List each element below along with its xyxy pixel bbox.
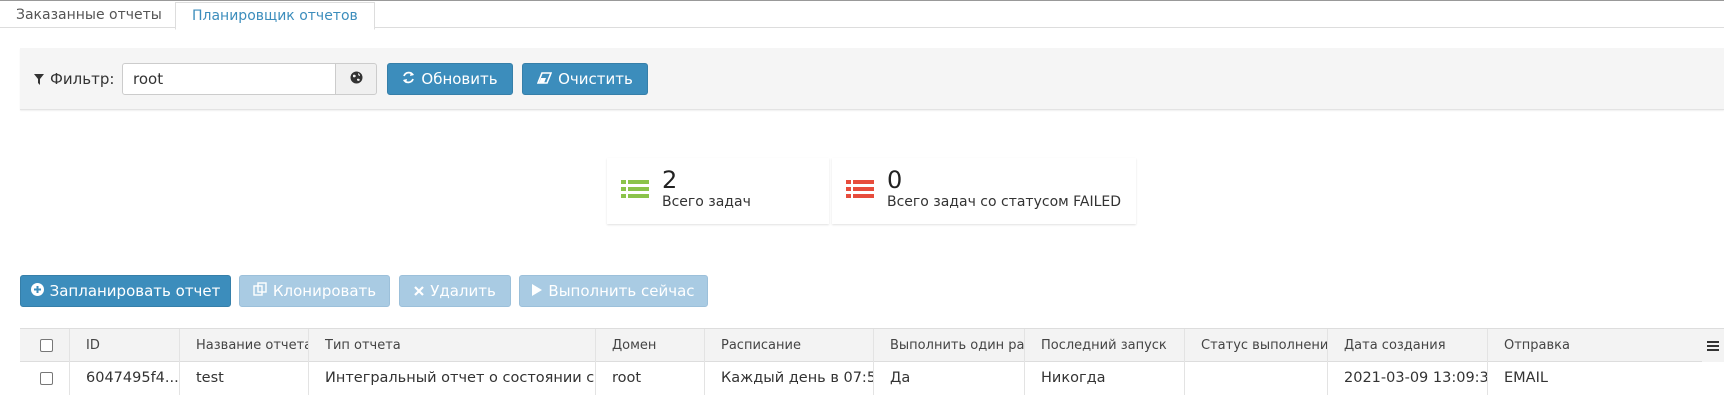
delete-label: Удалить: [430, 282, 496, 300]
column-header-domain[interactable]: Домен: [596, 329, 705, 362]
column-header-report-type[interactable]: Тип отчета: [309, 329, 596, 362]
close-icon: [414, 282, 424, 300]
run-now-label: Выполнить сейчас: [548, 282, 695, 300]
delete-button[interactable]: Удалить: [399, 275, 511, 307]
last-run-cell: Никогда: [1025, 362, 1185, 395]
refresh-button[interactable]: Обновить: [387, 63, 513, 95]
select-all-checkbox[interactable]: [40, 339, 53, 352]
tab-ordered-reports[interactable]: Заказанные отчеты: [0, 2, 178, 29]
clone-label: Клонировать: [272, 282, 377, 300]
row-checkbox[interactable]: [40, 372, 53, 385]
clear-label: Очистить: [558, 70, 633, 88]
list-icon: [621, 180, 649, 202]
stat-total-value: 2: [662, 166, 678, 194]
column-header-sending[interactable]: Отправка: [1488, 329, 1724, 362]
stat-total-label: Всего задач: [662, 194, 751, 210]
tab-report-scheduler[interactable]: Планировщик отчетов: [175, 2, 375, 30]
filter-label: Фильтр:: [50, 70, 115, 88]
domain-cell: root: [596, 362, 705, 395]
run-now-button[interactable]: Выполнить сейчас: [519, 275, 708, 307]
list-icon: [846, 180, 874, 202]
report-type-cell: Интегральный отчет о состоянии сети: [309, 362, 596, 395]
refresh-label: Обновить: [421, 70, 498, 88]
report-name-cell: test: [180, 362, 309, 395]
schedule-cell: Каждый день в 07:54: [705, 362, 874, 395]
clear-button[interactable]: Очистить: [522, 63, 648, 95]
column-header-run-status[interactable]: Статус выполнения: [1185, 329, 1328, 362]
plus-circle-icon: [30, 282, 44, 300]
column-header-created-date[interactable]: Дата создания: [1328, 329, 1488, 362]
column-menu-icon[interactable]: [1702, 329, 1724, 362]
column-header-last-run[interactable]: Последний запуск: [1025, 329, 1185, 362]
stat-failed-label: Всего задач со статусом FAILED: [887, 194, 1122, 210]
tab-bar: Заказанные отчеты Планировщик отчетов: [0, 0, 1724, 30]
filter-panel: Фильтр: Обновить Очистить: [20, 48, 1724, 110]
clone-button[interactable]: Клонировать: [239, 275, 390, 307]
row-select-cell: [20, 362, 70, 395]
column-header-schedule[interactable]: Расписание: [705, 329, 874, 362]
select-all-cell: [20, 329, 70, 362]
filter-icon: [34, 73, 44, 85]
stat-failed-value: 0: [887, 166, 903, 194]
table-row[interactable]: 6047495f4... test Интегральный отчет о с…: [20, 362, 1724, 395]
refresh-icon: [402, 70, 415, 88]
created-date-cell: 2021-03-09 13:09:35: [1328, 362, 1488, 395]
column-header-run-once[interactable]: Выполнить один раз: [874, 329, 1025, 362]
filter-label-group: Фильтр:: [34, 70, 114, 88]
copy-icon: [253, 282, 267, 300]
filter-input[interactable]: [122, 63, 336, 95]
stat-card-failed: 0 Всего задач со статусом FAILED: [832, 158, 1136, 224]
column-header-id[interactable]: ID: [70, 329, 180, 362]
sending-cell: EMAIL: [1504, 370, 1548, 386]
column-header-report-name[interactable]: Название отчета: [180, 329, 309, 362]
play-icon: [532, 282, 543, 300]
tasks-table: ID Название отчета Тип отчета Домен Расп…: [20, 328, 1724, 395]
eraser-icon: [536, 70, 553, 88]
task-id-link[interactable]: 6047495f4...: [70, 362, 180, 395]
run-status-cell: [1185, 362, 1328, 395]
table-header-row: ID Название отчета Тип отчета Домен Расп…: [20, 329, 1724, 362]
run-once-cell: Да: [874, 362, 1025, 395]
globe-icon: [350, 71, 363, 88]
globe-button[interactable]: [335, 63, 377, 95]
schedule-report-label: Запланировать отчет: [49, 282, 221, 300]
stat-card-total: 2 Всего задач: [607, 158, 829, 224]
schedule-report-button[interactable]: Запланировать отчет: [20, 275, 231, 307]
